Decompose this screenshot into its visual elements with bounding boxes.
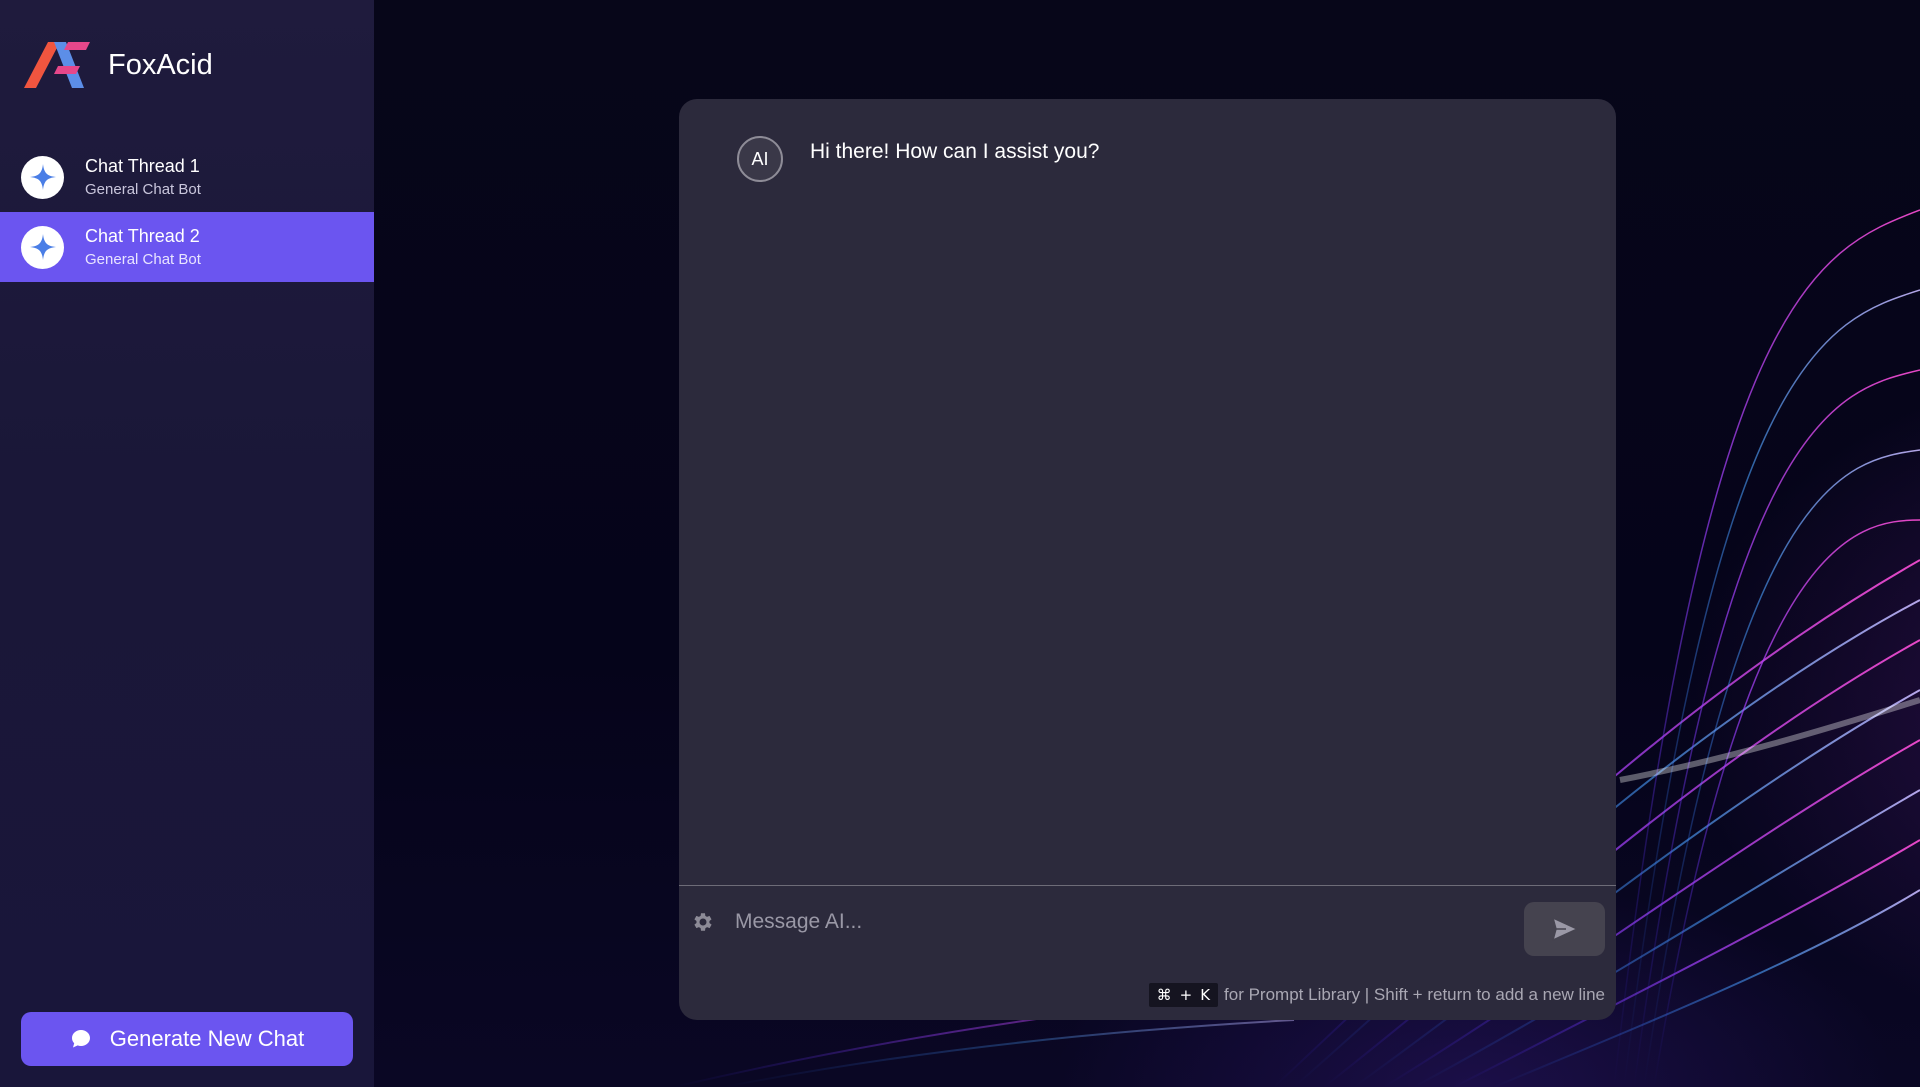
gear-icon[interactable] (691, 910, 715, 934)
thread-text: Chat Thread 1 General Chat Bot (85, 155, 201, 200)
thread-item-2[interactable]: Chat Thread 2 General Chat Bot (0, 212, 374, 282)
input-divider (679, 885, 1616, 886)
thread-text: Chat Thread 2 General Chat Bot (85, 225, 201, 270)
message-ai: AI Hi there! How can I assist you? (737, 136, 1099, 182)
thread-avatar (21, 155, 64, 199)
generate-new-chat-button[interactable]: Generate New Chat (21, 1012, 353, 1066)
ai-avatar: AI (737, 136, 783, 182)
hint-text: for Prompt Library | Shift + return to a… (1224, 985, 1605, 1004)
keyboard-hint: ⌘ + K for Prompt Library | Shift + retur… (1148, 983, 1605, 1007)
thread-item-1[interactable]: Chat Thread 1 General Chat Bot (0, 142, 374, 212)
send-button[interactable] (1524, 902, 1605, 956)
chat-bubble-icon (71, 1030, 90, 1048)
foxacid-logo (24, 42, 90, 88)
thread-title: Chat Thread 1 (85, 155, 200, 176)
send-icon (1551, 917, 1578, 941)
sidebar: FoxAcid Chat Thread 1 General Chat Bot C… (0, 0, 374, 1087)
sparkle-icon (29, 234, 56, 260)
thread-subtitle: General Chat Bot (85, 250, 201, 268)
thread-avatar (21, 225, 64, 269)
generate-new-chat-label: Generate New Chat (109, 1026, 305, 1051)
thread-list: Chat Thread 1 General Chat Bot Chat Thre… (0, 142, 374, 282)
message-text: Hi there! How can I assist you? (810, 140, 1100, 163)
thread-title: Chat Thread 2 (85, 225, 200, 246)
k-key: K (1200, 986, 1211, 1004)
sparkle-icon (29, 164, 56, 190)
message-input[interactable] (735, 899, 1485, 945)
thread-subtitle: General Chat Bot (85, 180, 201, 198)
brand[interactable]: FoxAcid (24, 40, 213, 90)
shortcut-key: ⌘ + K (1148, 983, 1219, 1007)
cmd-key: ⌘ (1156, 986, 1172, 1004)
chat-panel: AI Hi there! How can I assist you? ⌘ + K… (679, 99, 1616, 1020)
app-window: FoxAcid Chat Thread 1 General Chat Bot C… (0, 0, 1920, 1087)
plus-sign: + (1179, 986, 1193, 1004)
brand-name: FoxAcid (108, 48, 213, 81)
